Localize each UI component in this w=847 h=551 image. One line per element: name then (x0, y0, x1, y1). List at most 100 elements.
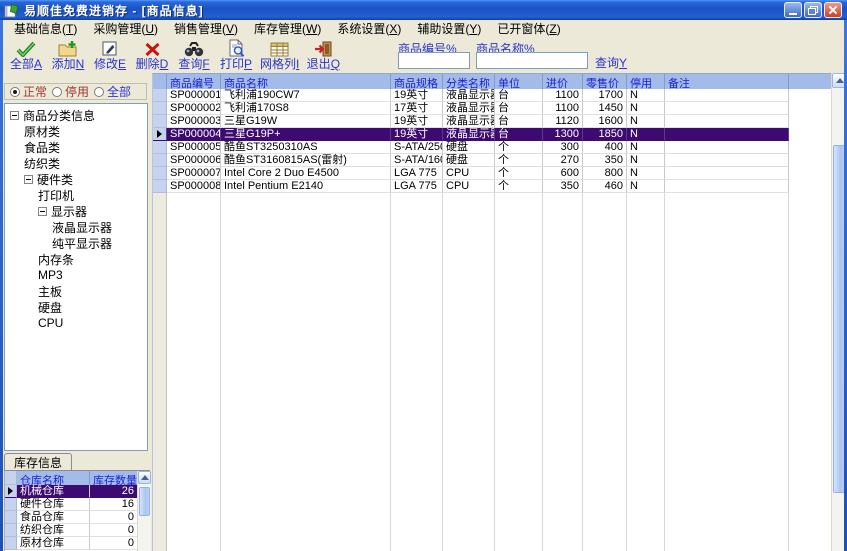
cell: SP000005 (167, 141, 221, 154)
stock-scroll-up-button[interactable] (138, 471, 151, 484)
restore-icon (808, 6, 818, 15)
table-row[interactable]: SP000007Intel Core 2 Duo E4500LGA 775CPU… (153, 167, 831, 180)
toolbar-button-I[interactable]: 网格列I (257, 38, 302, 72)
toolbar-button-N[interactable]: 添加N (47, 38, 89, 72)
tree-item[interactable]: 食品类 (5, 139, 147, 155)
toolbar-button-P[interactable]: 打印P (215, 38, 257, 72)
tree-item[interactable]: 打印机 (5, 187, 147, 203)
radio-option-0[interactable]: 正常 (10, 83, 47, 100)
cell: 硬盘 (443, 154, 495, 167)
column-header[interactable]: 商品规格 (391, 74, 443, 89)
tree-item[interactable]: MP3 (5, 267, 147, 283)
close-button[interactable] (824, 2, 842, 18)
column-header[interactable]: 备注 (665, 74, 789, 89)
row-filler (789, 141, 831, 154)
toolbar-button-Q[interactable]: 退出Q (302, 38, 344, 72)
cell: 硬盘 (443, 141, 495, 154)
tree-item[interactable]: 硬盘 (5, 299, 147, 315)
cell (665, 115, 789, 128)
cell: SP000001 (167, 89, 221, 102)
menu-item-W[interactable]: 库存管理(W) (246, 19, 329, 39)
cell: 1600 (583, 115, 627, 128)
tree-item[interactable]: 原材类 (5, 123, 147, 139)
cell: 个 (495, 154, 543, 167)
toolbar-button-A[interactable]: 全部A (5, 38, 47, 72)
toolbar-button-E[interactable]: 修改E (89, 38, 131, 72)
column-header[interactable]: 单位 (495, 74, 543, 89)
stock-row[interactable]: 纺织仓库0 (5, 524, 151, 537)
table-row[interactable]: SP000002飞利浦170S817英寸液晶显示器台11001450N (153, 102, 831, 115)
tab-stock-info[interactable]: 库存信息 (4, 453, 72, 471)
column-header[interactable]: 进价 (543, 74, 583, 89)
cell: 个 (495, 141, 543, 154)
product-name-input[interactable] (476, 52, 588, 69)
toolbar-button-D[interactable]: 删除D (131, 38, 173, 72)
stock-column-header[interactable]: 库存数量 (90, 471, 138, 485)
stock-row[interactable]: 原材仓库0 (5, 537, 151, 550)
stock-row[interactable]: 食品仓库0 (5, 511, 151, 524)
menu-item-U[interactable]: 采购管理(U) (85, 19, 166, 39)
cell: 飞利浦170S8 (221, 102, 391, 115)
query-link[interactable]: 查询Y (595, 54, 627, 71)
cell: N (627, 128, 665, 141)
toolbar-buttons: 全部A添加N 修改E 删除D查询F打印P网格列I退出Q (5, 38, 344, 72)
tree-item[interactable]: 主板 (5, 283, 147, 299)
row-filler (789, 115, 831, 128)
column-header[interactable]: 停用 (627, 74, 665, 89)
cell: CPU (443, 180, 495, 193)
current-row-icon (157, 130, 162, 138)
radio-option-1[interactable]: 停用 (52, 83, 89, 100)
row-filler (789, 102, 831, 115)
collapse-icon[interactable] (24, 175, 33, 184)
table-row[interactable]: SP000003三星G19W19英寸液晶显示器台11201600N (153, 115, 831, 128)
stock-row[interactable]: 硬件仓库16 (5, 498, 151, 511)
grid-selector-header (153, 74, 167, 89)
toolbar-button-F[interactable]: 查询F (173, 38, 215, 72)
menu-item-T[interactable]: 基础信息(T) (6, 19, 85, 39)
tab-stock-info-label: 库存信息 (14, 454, 62, 471)
menu-item-Y[interactable]: 辅助设置(Y) (409, 19, 489, 39)
tree-item[interactable]: 显示器 (5, 203, 147, 219)
grid-fill-cell (391, 193, 443, 551)
radio-option-2[interactable]: 全部 (94, 83, 131, 100)
stock-scrollbar[interactable] (137, 471, 151, 551)
table-row[interactable]: SP000006酷鱼ST3160815AS(雷射)S-ATA/160G硬盘个27… (153, 154, 831, 167)
tree-item-label: 硬件类 (37, 171, 73, 188)
row-filler (789, 180, 831, 193)
cell: 19英寸 (391, 128, 443, 141)
column-header[interactable]: 商品名称 (221, 74, 391, 89)
table-row[interactable]: SP000005酷鱼ST3250310ASS-ATA/250G硬盘个300400… (153, 141, 831, 154)
collapse-icon[interactable] (38, 207, 47, 216)
stock-row[interactable]: 机械仓库26 (5, 485, 151, 498)
column-header[interactable]: 商品编号 (167, 74, 221, 89)
tree-item[interactable]: 商品分类信息 (5, 107, 147, 123)
toolbar-button-label: 修改E (94, 57, 126, 71)
collapse-icon[interactable] (10, 111, 19, 120)
tree-item[interactable]: 纺织类 (5, 155, 147, 171)
cell: SP000003 (167, 115, 221, 128)
app-icon (4, 3, 19, 18)
menu-item-Z[interactable]: 已开窗体(Z) (489, 19, 568, 39)
table-row[interactable]: SP000004三星G19P+19英寸液晶显示器台13001850N (153, 128, 831, 141)
cell: SP000004 (167, 128, 221, 141)
table-row[interactable]: SP000008Intel Pentium E2140LGA 775CPU个35… (153, 180, 831, 193)
product-code-input[interactable] (398, 52, 470, 69)
column-header[interactable]: 零售价 (583, 74, 627, 89)
tree-item-label: 原材类 (24, 123, 60, 140)
menu-item-V[interactable]: 销售管理(V) (166, 19, 246, 39)
tree-item-label: 硬盘 (38, 299, 62, 316)
tree-item[interactable]: 纯平显示器 (5, 235, 147, 251)
tree-item[interactable]: 液晶显示器 (5, 219, 147, 235)
restore-button[interactable] (804, 2, 822, 18)
minimize-button[interactable] (784, 2, 802, 18)
tree-item[interactable]: CPU (5, 315, 147, 331)
tree-item[interactable]: 硬件类 (5, 171, 147, 187)
menu-item-X[interactable]: 系统设置(X) (329, 19, 409, 39)
cell: N (627, 89, 665, 102)
stock-scroll-thumb[interactable] (139, 487, 150, 516)
column-header[interactable]: 分类名称 (443, 74, 495, 89)
table-row[interactable]: SP000001飞利浦190CW719英寸液晶显示器台11001700N (153, 89, 831, 102)
stock-column-header[interactable]: 仓库名称 (17, 471, 90, 485)
tree-item[interactable]: 内存条 (5, 251, 147, 267)
cell: 机械仓库 (17, 485, 90, 498)
